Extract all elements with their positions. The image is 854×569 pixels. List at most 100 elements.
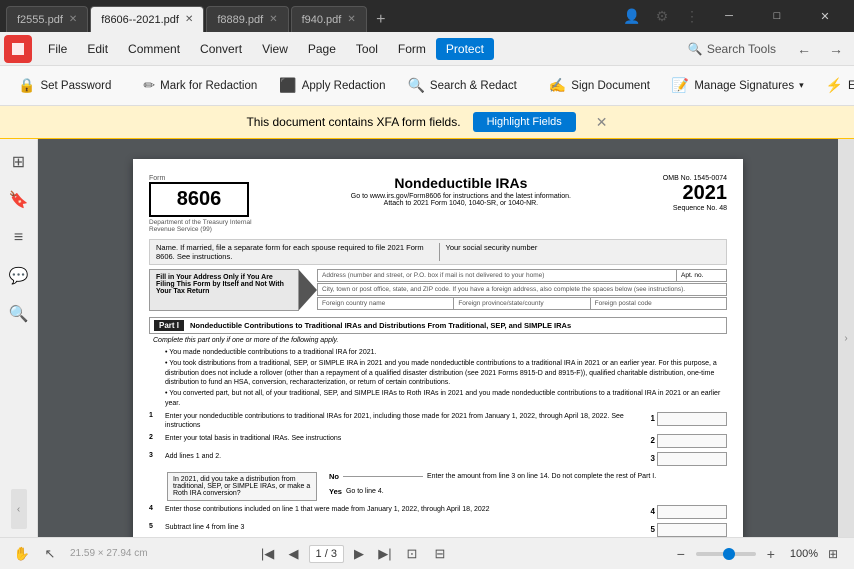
address-field-3: Foreign country name [318, 298, 453, 309]
sidebar-layers-icon[interactable]: ≡ [4, 223, 34, 253]
pdf-viewer[interactable]: Form 8606 Department of the Treasury Int… [38, 139, 838, 537]
sign-icon: ✍ [549, 77, 566, 94]
seq-text: Sequence No. 48 [663, 205, 727, 212]
name-ssn-row: Name. If married, file a separate form f… [149, 239, 727, 265]
cursor-tool-icon[interactable]: ↖ [38, 542, 62, 566]
hand-tool-icon[interactable]: ✋ [10, 542, 34, 566]
item-field-3: 3 [651, 452, 727, 466]
window-controls: 👤 ⚙ ⋮ [618, 2, 706, 30]
pdf-page: Form 8606 Department of the Treasury Int… [133, 159, 743, 537]
zoom-slider-thumb[interactable] [723, 548, 735, 560]
fit-page-icon[interactable]: ⊡ [400, 542, 424, 566]
menu-view[interactable]: View [252, 38, 298, 60]
sidebar-thumbnail-icon[interactable]: ⊞ [4, 147, 34, 177]
sidebar-search-icon[interactable]: 🔍 [4, 299, 34, 329]
sidebar-collapse-button[interactable]: ‹ [11, 489, 27, 529]
apply-redaction-button[interactable]: ⬛ Apply Redaction [269, 71, 395, 101]
zoom-level-display: 100% [790, 548, 818, 560]
bottom-bar: ✋ ↖ 21.59 × 27.94 cm |◀ ◀ 1 / 3 ▶ ▶| ⊡ ⊟… [0, 537, 854, 569]
main-area: ⊞ 🔖 ≡ 💬 🔍 ‹ Form 8606 Department of the … [0, 139, 854, 537]
add-tab-button[interactable]: + [369, 8, 393, 32]
menu-protect[interactable]: Protect [436, 38, 494, 60]
menu-comment[interactable]: Comment [118, 38, 190, 60]
sidebar-comment-icon[interactable]: 💬 [4, 261, 34, 291]
next-page-button[interactable]: ▶ [348, 543, 370, 565]
tab-f8606[interactable]: f8606--2021.pdf ✕ [90, 6, 204, 32]
item-field-5: 5 [651, 523, 727, 537]
item-num-3: 3 [149, 452, 161, 459]
tab-close-f2555[interactable]: ✕ [69, 14, 77, 25]
highlight-fields-button[interactable]: Highlight Fields [473, 112, 576, 132]
item-field-2: 2 [651, 434, 727, 448]
tab-f940[interactable]: f940.pdf ✕ [291, 6, 367, 32]
search-tools-button[interactable]: 🔍 Search Tools [678, 38, 786, 60]
tab-close-f8889[interactable]: ✕ [269, 14, 277, 25]
settings-icon[interactable]: ⚙ [648, 2, 676, 30]
no-line [343, 476, 423, 477]
item-num-5: 5 [149, 523, 161, 530]
grid-view-button[interactable]: ⊞ [822, 543, 844, 565]
page-navigation: |◀ ◀ 1 / 3 ▶ ▶| ⊡ ⊟ [257, 542, 452, 566]
sidebar-bookmark-icon[interactable]: 🔖 [4, 185, 34, 215]
address-arrow [299, 269, 317, 311]
tab-f8889[interactable]: f8889.pdf ✕ [206, 6, 288, 32]
lock-icon: 🔒 [18, 77, 35, 94]
menu-page[interactable]: Page [298, 38, 346, 60]
menu-form[interactable]: Form [388, 38, 436, 60]
yes-row: Yes Go to line 4. [329, 487, 656, 496]
dropdown-arrow-icon: ▾ [799, 80, 804, 91]
no-label: No [329, 472, 339, 481]
signatures-icon: 📝 [672, 77, 689, 94]
forward-icon[interactable]: → [822, 35, 850, 63]
item-field-4: 4 [651, 505, 727, 519]
zoom-controls: − + 100% ⊞ [670, 543, 844, 565]
address-field-1: Address (number and street, or P.O. box … [318, 270, 676, 281]
fit-width-icon[interactable]: ⊟ [428, 542, 452, 566]
tab-close-f940[interactable]: ✕ [347, 14, 355, 25]
menu-edit[interactable]: Edit [77, 38, 118, 60]
menu-convert[interactable]: Convert [190, 38, 252, 60]
goto-text: Go to www.irs.gov/Form8606 for instructi… [267, 193, 655, 200]
prev-page-button[interactable]: ◀ [283, 543, 305, 565]
back-icon[interactable]: ← [790, 35, 818, 63]
search-icon: 🔍 [688, 42, 703, 56]
search-redact-button[interactable]: 🔍 Search & Redact [397, 71, 526, 101]
sign-document-button[interactable]: ✍ Sign Document [539, 71, 660, 101]
attach-text: Attach to 2021 Form 1040, 1040-SR, or 10… [267, 200, 655, 207]
notification-close-button[interactable]: ✕ [596, 114, 608, 131]
set-password-button[interactable]: 🔒 Set Password [8, 71, 121, 101]
item-text-5: Subtract line 4 from line 3 [165, 523, 647, 532]
menubar-right: 🔍 Search Tools ← → [678, 35, 850, 63]
zoom-slider[interactable] [696, 552, 756, 556]
form-title-section: Nondeductible IRAs Go to www.irs.gov/For… [267, 175, 655, 233]
zoom-in-button[interactable]: + [760, 543, 782, 565]
form-number-box: Form 8606 Department of the Treasury Int… [149, 175, 259, 233]
zoom-out-button[interactable]: − [670, 543, 692, 565]
items-1-3: 1 Enter your nondeductible contributions… [149, 412, 727, 468]
maximize-button[interactable]: □ [754, 0, 800, 32]
electroni-button[interactable]: ⚡ Electroni... [816, 71, 854, 101]
notification-text: This document contains XFA form fields. [246, 115, 460, 129]
address-row1: Address (number and street, or P.O. box … [317, 269, 727, 282]
right-sidebar-toggle[interactable]: › [838, 139, 854, 537]
menu-tool[interactable]: Tool [346, 38, 388, 60]
menu-file[interactable]: File [38, 38, 77, 60]
mark-redaction-button[interactable]: ✏ Mark for Redaction [133, 71, 267, 101]
os-window-controls: ─ □ ✕ [706, 0, 848, 32]
last-page-button[interactable]: ▶| [374, 543, 396, 565]
tab-close-f8606[interactable]: ✕ [185, 14, 193, 25]
item-row-5: 5 Subtract line 4 from line 3 5 [149, 523, 727, 537]
manage-signatures-button[interactable]: 📝 Manage Signatures ▾ [662, 71, 814, 101]
minimize-button[interactable]: ─ [706, 0, 752, 32]
bullet-3: • You converted part, but not all, of yo… [165, 389, 727, 409]
item-row-3: 3 Add lines 1 and 2. 3 [149, 452, 727, 466]
close-button[interactable]: ✕ [802, 0, 848, 32]
profile-icon[interactable]: 👤 [618, 2, 646, 30]
item-row-2: 2 Enter your total basis in traditional … [149, 434, 727, 448]
first-page-button[interactable]: |◀ [257, 543, 279, 565]
tab-f2555[interactable]: f2555.pdf ✕ [6, 6, 88, 32]
app-logo [4, 35, 32, 63]
menubar: File Edit Comment Convert View Page Tool… [0, 32, 854, 66]
page-number-display[interactable]: 1 / 3 [309, 545, 344, 563]
more-icon[interactable]: ⋮ [678, 2, 706, 30]
